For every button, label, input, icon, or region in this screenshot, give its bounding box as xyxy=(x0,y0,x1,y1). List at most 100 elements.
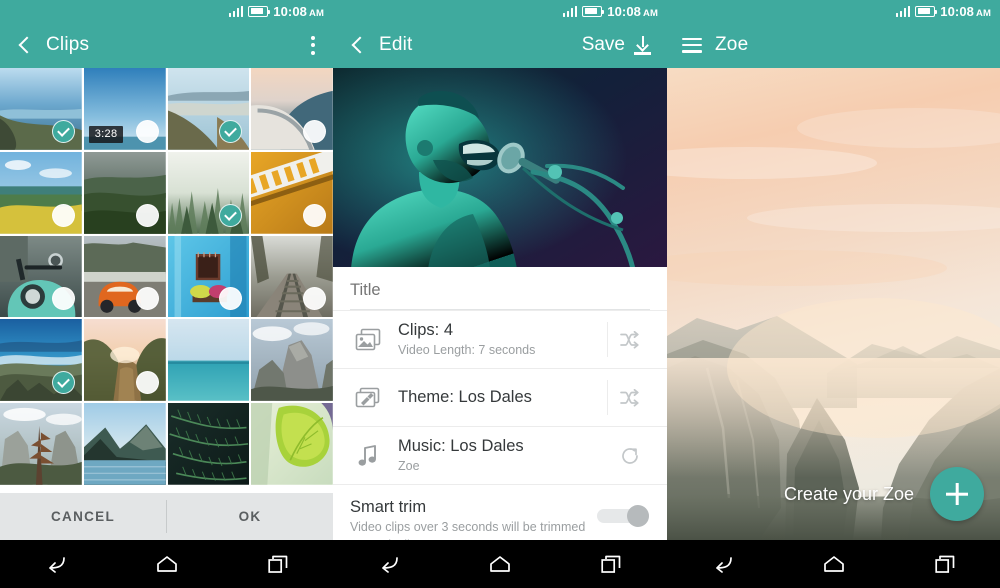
toggle-switch-icon[interactable] xyxy=(597,505,649,527)
edit-option-primary: Clips: 4 xyxy=(398,320,454,339)
photo-thumbnail xyxy=(83,403,166,485)
photo-cell[interactable] xyxy=(83,319,166,401)
select-circle-icon[interactable] xyxy=(303,203,326,227)
photo-cell[interactable]: 3:28 xyxy=(83,68,166,150)
photo-cell[interactable] xyxy=(83,403,166,485)
battery-icon xyxy=(248,5,271,17)
select-circle-icon[interactable] xyxy=(51,203,75,227)
edit-option-primary: Theme: Los Dales xyxy=(398,388,532,407)
select-circle-icon[interactable] xyxy=(135,287,159,311)
status-bar-panel3: 10:08 AM xyxy=(667,0,1000,22)
photo-cell[interactable] xyxy=(83,235,166,318)
photo-thumbnail xyxy=(251,403,333,485)
nav-home-icon[interactable] xyxy=(811,547,857,581)
plus-icon[interactable] xyxy=(930,467,984,521)
smart-trim-title: Smart trim xyxy=(350,498,427,516)
edit-option-text: Theme: Los Dales xyxy=(387,387,607,408)
appbar-clips: Clips xyxy=(0,22,333,68)
selected-check-icon[interactable] xyxy=(219,203,243,227)
appbar-edit: Edit Save xyxy=(333,22,667,68)
cancel-button[interactable]: CANCEL xyxy=(0,493,166,540)
status-time-value: 10:08 xyxy=(273,3,308,19)
select-circle-icon[interactable] xyxy=(135,371,159,394)
photo-cell[interactable] xyxy=(0,235,82,318)
nav-back-icon[interactable] xyxy=(700,547,746,581)
selected-check-icon[interactable] xyxy=(219,119,243,143)
nav-home-icon[interactable] xyxy=(144,547,190,581)
status-time-value: 10:08 xyxy=(940,3,975,19)
photo-cell[interactable] xyxy=(0,151,82,234)
nav-recents-icon[interactable] xyxy=(922,547,968,581)
title-input[interactable] xyxy=(350,281,650,309)
action-bar: CANCEL OK xyxy=(0,493,333,540)
appbar-zoe: Zoe xyxy=(667,22,1000,68)
selected-check-icon[interactable] xyxy=(51,371,75,394)
edit-sheet: Clips: 4 Video Length: 7 seconds Theme: Lo… xyxy=(333,267,667,552)
signal-bars-icon xyxy=(562,5,578,17)
photo-cell[interactable] xyxy=(251,403,333,485)
photo-cell[interactable] xyxy=(167,235,250,318)
panel-zoe: 10:08 AM Zoe Create your Zoe xyxy=(667,0,1000,588)
page-title-clips: Clips xyxy=(46,34,90,55)
edit-option-text: Music: Los Dales Zoe xyxy=(387,436,607,476)
hamburger-menu-icon[interactable] xyxy=(682,37,702,53)
photo-cell[interactable] xyxy=(167,151,250,234)
refresh-icon[interactable] xyxy=(607,445,653,467)
edit-option-row[interactable]: Clips: 4 Video Length: 7 seconds xyxy=(333,310,667,368)
nav-recents-icon[interactable] xyxy=(255,547,301,581)
photo-cell[interactable] xyxy=(83,151,166,234)
nav-bar-panel3 xyxy=(667,540,1000,588)
status-time: 10:08 AM xyxy=(940,4,991,19)
create-zoe-label: Create your Zoe xyxy=(783,483,914,504)
selected-check-icon[interactable] xyxy=(51,119,75,143)
photo-cell[interactable] xyxy=(0,68,82,150)
photo-cell[interactable] xyxy=(167,68,250,150)
overflow-menu-icon[interactable] xyxy=(305,30,321,61)
video-duration-badge: 3:28 xyxy=(88,125,124,143)
status-time-meridiem: AM xyxy=(976,7,991,19)
shuffle-icon[interactable] xyxy=(607,380,653,415)
select-circle-icon[interactable] xyxy=(51,287,75,311)
signal-bars-icon xyxy=(895,5,911,17)
nav-back-icon[interactable] xyxy=(33,547,79,581)
edit-option-row[interactable]: Music: Los Dales Zoe xyxy=(333,426,667,484)
battery-icon xyxy=(915,5,938,17)
photo-cell[interactable] xyxy=(251,235,333,318)
select-circle-icon[interactable] xyxy=(135,119,159,143)
edit-option-row[interactable]: Theme: Los Dales xyxy=(333,368,667,426)
photo-cell[interactable] xyxy=(251,319,333,401)
theme-brush-icon xyxy=(349,386,387,410)
photo-cell[interactable] xyxy=(251,68,333,150)
status-time-value: 10:08 xyxy=(607,3,642,19)
nav-back-icon[interactable] xyxy=(366,547,412,581)
status-time-meridiem: AM xyxy=(643,7,658,19)
page-title-zoe: Zoe xyxy=(715,34,749,55)
save-button[interactable]: Save xyxy=(582,34,655,56)
title-row xyxy=(333,267,667,309)
select-circle-icon[interactable] xyxy=(303,119,326,143)
back-chevron-icon[interactable] xyxy=(349,36,367,54)
nav-bar-panel2 xyxy=(333,540,667,588)
edit-option-secondary: Zoe xyxy=(398,459,420,474)
photo-cell[interactable] xyxy=(0,319,82,401)
nav-home-icon[interactable] xyxy=(477,547,523,581)
photo-cell[interactable] xyxy=(251,151,333,234)
back-chevron-icon[interactable] xyxy=(16,36,34,54)
edit-option-primary: Music: Los Dales xyxy=(398,436,524,455)
photo-thumbnail xyxy=(0,403,82,485)
photo-cell[interactable] xyxy=(167,319,250,401)
video-preview[interactable] xyxy=(333,68,667,269)
status-time-meridiem: AM xyxy=(309,7,324,19)
photo-cell[interactable] xyxy=(167,403,250,485)
video-preview-image xyxy=(333,68,667,269)
music-note-icon xyxy=(349,444,387,468)
signal-bars-icon xyxy=(228,5,244,17)
nav-recents-icon[interactable] xyxy=(588,547,634,581)
create-zoe-row[interactable]: Create your Zoe xyxy=(784,467,984,521)
select-circle-icon[interactable] xyxy=(135,203,159,227)
save-button-label: Save xyxy=(581,34,625,55)
edit-option-list: Clips: 4 Video Length: 7 seconds Theme: Lo… xyxy=(333,310,667,484)
photo-cell[interactable] xyxy=(0,403,82,485)
ok-button[interactable]: OK xyxy=(167,493,333,540)
shuffle-icon[interactable] xyxy=(607,322,653,357)
